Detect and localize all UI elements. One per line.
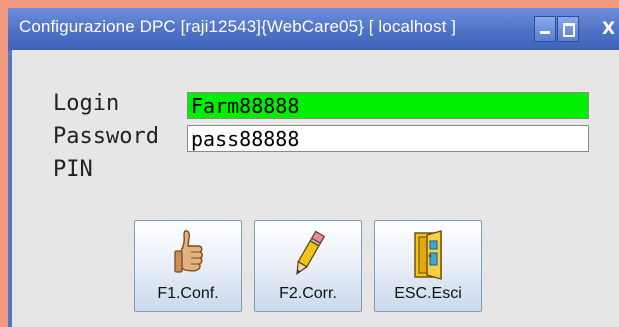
password-label: Password: [53, 124, 159, 149]
maximize-icon: [563, 23, 575, 37]
corr-button-label: F2.Corr.: [279, 285, 337, 302]
close-button[interactable]: X: [602, 16, 619, 42]
maximize-button[interactable]: [557, 16, 579, 42]
title-bar[interactable]: Configurazione DPC [raji12543]{WebCare05…: [8, 8, 619, 50]
minimize-button[interactable]: [534, 16, 556, 42]
esci-button-label: ESC.Esci: [394, 285, 462, 302]
pencil-icon: [296, 230, 326, 276]
login-input[interactable]: [187, 92, 589, 119]
minimize-icon: [540, 31, 550, 34]
conf-button-label: F1.Conf.: [157, 285, 219, 302]
password-input[interactable]: [187, 125, 589, 152]
dialog-window: Configurazione DPC [raji12543]{WebCare05…: [8, 8, 619, 327]
esci-button[interactable]: ESC.Esci: [374, 220, 482, 312]
pin-label: PIN: [53, 157, 93, 182]
window-title: Configurazione DPC [raji12543]{WebCare05…: [19, 17, 457, 36]
form-panel: Login Password PIN F1.Conf.: [12, 50, 619, 327]
conf-button[interactable]: F1.Conf.: [134, 220, 242, 312]
close-icon: X: [602, 19, 616, 39]
door-exit-icon: [414, 230, 442, 280]
corr-button[interactable]: F2.Corr.: [254, 220, 362, 312]
login-label: Login: [53, 91, 120, 116]
thumbs-up-icon: [174, 230, 203, 273]
